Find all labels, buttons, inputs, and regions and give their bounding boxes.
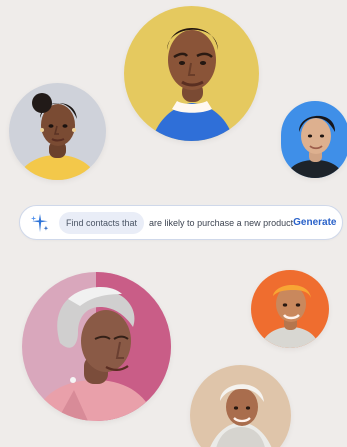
portrait-illustration [9,83,106,180]
generate-button[interactable]: Generate [293,217,336,228]
contact-avatar-right-top [281,101,347,178]
contacts-scene: Find contacts that are likely to purchas… [0,0,347,447]
search-query-text[interactable]: are likely to purchase a new product [149,218,293,228]
sparkle-icon [30,213,49,232]
portrait-illustration [281,101,347,178]
contact-avatar-bottom-right [190,365,291,447]
portrait-illustration [251,270,329,348]
contact-avatar-right-middle [251,270,329,348]
search-prefix-chip: Find contacts that [59,211,145,234]
portrait-illustration [190,365,291,447]
portrait-illustration [124,6,259,141]
portrait-illustration [22,272,171,421]
contact-avatar-top-center [124,6,259,141]
contact-avatar-left [9,83,106,180]
contact-search-bar: Find contacts that are likely to purchas… [19,205,343,240]
contact-avatar-bottom-left [22,272,171,421]
